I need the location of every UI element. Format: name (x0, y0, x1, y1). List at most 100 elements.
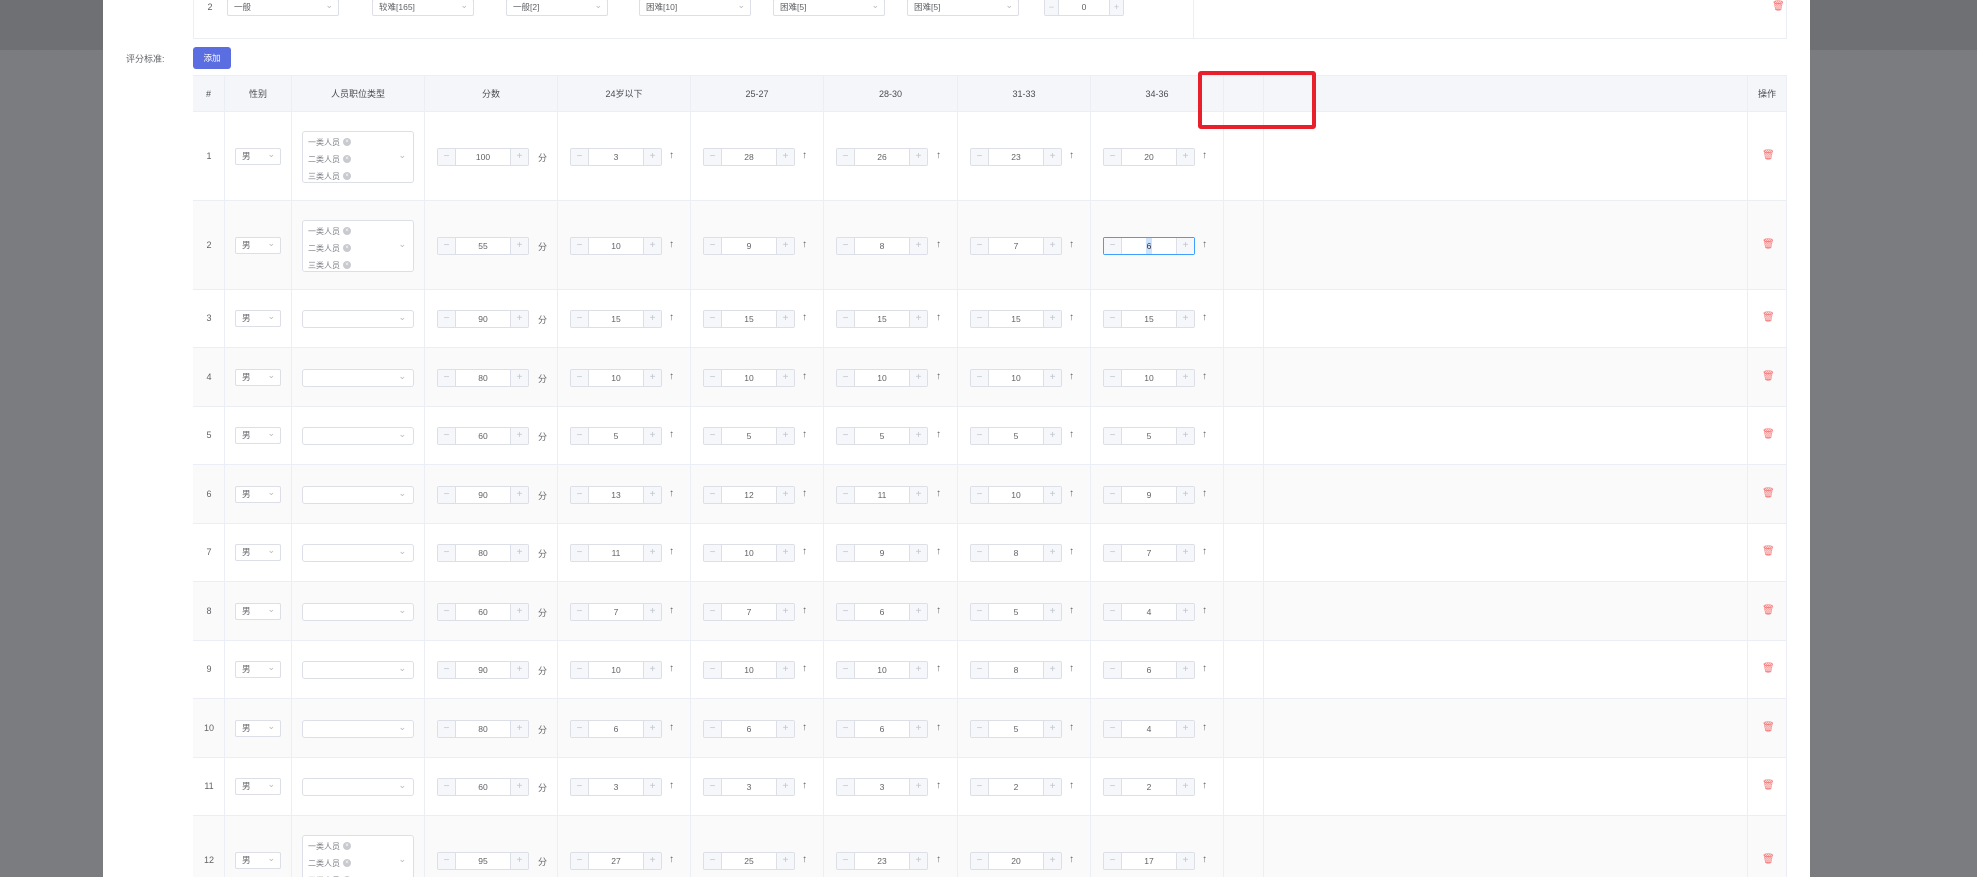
age-score-input[interactable]: −5 + (970, 719, 1062, 738)
minus-icon[interactable]: − (971, 369, 989, 386)
age-score-input[interactable]: −13 + (570, 485, 662, 504)
minus-icon[interactable]: − (438, 545, 456, 561)
age-value[interactable]: 10 (1122, 370, 1176, 386)
minus-icon[interactable]: − (1045, 0, 1059, 15)
minus-icon[interactable]: − (1104, 603, 1122, 620)
age-score-input[interactable]: −11 + (836, 485, 928, 504)
arrow-up-icon[interactable]: ↑ (1069, 239, 1074, 250)
plus-icon[interactable]: + (909, 852, 927, 869)
minus-icon[interactable]: − (704, 148, 722, 165)
position-type-select[interactable]: ⌄ (302, 719, 414, 738)
age-score-input[interactable]: −10 + (703, 544, 795, 562)
age-value[interactable]: 6 (855, 721, 909, 737)
gender-select[interactable]: 男 ⌄ (235, 851, 281, 869)
age-value[interactable]: 5 (989, 604, 1043, 620)
delete-icon[interactable]: 🗑 (1772, 1, 1785, 12)
age-score-input[interactable]: −10 + (1103, 368, 1195, 387)
plus-icon[interactable]: + (909, 148, 927, 165)
age-score-input[interactable]: −6 + (570, 719, 662, 738)
score-input[interactable]: −55 + (437, 236, 529, 255)
age-score-input[interactable]: −7 + (970, 236, 1062, 255)
age-score-input[interactable]: −6 + (1103, 236, 1195, 255)
plus-icon[interactable]: + (643, 369, 661, 386)
position-type-select[interactable]: ⌄ (302, 427, 414, 445)
arrow-up-icon[interactable]: ↑ (1069, 546, 1074, 557)
close-icon[interactable]: × (343, 172, 351, 181)
plus-icon[interactable]: + (1176, 779, 1194, 795)
minus-icon[interactable]: − (704, 662, 722, 678)
delete-icon[interactable]: 🗑 (1762, 663, 1775, 674)
age-score-input[interactable]: −25 + (703, 851, 795, 870)
plus-icon[interactable]: + (1176, 237, 1194, 254)
age-score-input[interactable]: −9 + (836, 544, 928, 562)
age-value[interactable]: 3 (589, 149, 643, 165)
plus-icon[interactable]: + (776, 545, 794, 561)
age-score-input[interactable]: −10 + (836, 368, 928, 387)
score-input[interactable]: −80 + (437, 719, 529, 738)
arrow-up-icon[interactable]: ↑ (669, 371, 674, 382)
arrow-up-icon[interactable]: ↑ (669, 854, 674, 865)
plus-icon[interactable]: + (776, 369, 794, 386)
arrow-up-icon[interactable]: ↑ (669, 488, 674, 499)
age-score-input[interactable]: −3 + (570, 778, 662, 796)
age-value[interactable]: 7 (722, 604, 776, 620)
minus-icon[interactable]: − (438, 311, 456, 327)
age-value[interactable]: 9 (722, 238, 776, 254)
plus-icon[interactable]: + (1043, 662, 1061, 678)
score-value[interactable]: 60 (456, 779, 510, 795)
age-value[interactable]: 20 (989, 853, 1043, 869)
age-score-input[interactable]: −2 + (970, 778, 1062, 796)
plus-icon[interactable]: + (776, 852, 794, 869)
minus-icon[interactable]: − (1104, 311, 1122, 327)
arrow-up-icon[interactable]: ↑ (669, 312, 674, 323)
minus-icon[interactable]: − (837, 720, 855, 737)
age-score-input[interactable]: −6 + (1103, 661, 1195, 679)
arrow-up-icon[interactable]: ↑ (936, 722, 941, 733)
age-score-input[interactable]: −5 + (836, 427, 928, 445)
minus-icon[interactable]: − (704, 852, 722, 869)
minus-icon[interactable]: − (438, 852, 456, 869)
top-select-5[interactable]: 困难[5] ⌄ (773, 0, 885, 16)
minus-icon[interactable]: − (1104, 369, 1122, 386)
minus-icon[interactable]: − (837, 369, 855, 386)
age-value[interactable]: 10 (589, 662, 643, 678)
age-score-input[interactable]: −10 + (570, 661, 662, 679)
arrow-up-icon[interactable]: ↑ (802, 854, 807, 865)
arrow-up-icon[interactable]: ↑ (802, 605, 807, 616)
position-type-select[interactable]: ⌄ (302, 310, 414, 328)
minus-icon[interactable]: − (571, 662, 589, 678)
plus-icon[interactable]: + (1109, 0, 1123, 15)
position-type-select[interactable]: 一类人员×二类人员×三类人员×⌄ (302, 130, 414, 183)
arrow-up-icon[interactable]: ↑ (1202, 239, 1207, 250)
plus-icon[interactable]: + (776, 662, 794, 678)
age-score-input[interactable]: −15 + (570, 310, 662, 328)
minus-icon[interactable]: − (1104, 237, 1122, 254)
delete-icon[interactable]: 🗑 (1762, 722, 1775, 733)
minus-icon[interactable]: − (971, 311, 989, 327)
arrow-up-icon[interactable]: ↑ (1202, 722, 1207, 733)
plus-icon[interactable]: + (643, 486, 661, 503)
plus-icon[interactable]: + (909, 369, 927, 386)
position-type-select[interactable]: ⌄ (302, 485, 414, 504)
plus-icon[interactable]: + (776, 237, 794, 254)
age-value[interactable]: 10 (989, 487, 1043, 503)
age-score-input[interactable]: −7 + (1103, 544, 1195, 562)
arrow-up-icon[interactable]: ↑ (669, 663, 674, 674)
plus-icon[interactable]: + (1043, 545, 1061, 561)
minus-icon[interactable]: − (438, 486, 456, 503)
age-value[interactable]: 10 (855, 370, 909, 386)
plus-icon[interactable]: + (510, 603, 528, 620)
plus-icon[interactable]: + (1176, 720, 1194, 737)
top-number-input[interactable]: − 0 + (1044, 0, 1124, 16)
minus-icon[interactable]: − (837, 779, 855, 795)
age-score-input[interactable]: −11 + (570, 544, 662, 562)
minus-icon[interactable]: − (571, 486, 589, 503)
arrow-up-icon[interactable]: ↑ (669, 546, 674, 557)
arrow-up-icon[interactable]: ↑ (1069, 312, 1074, 323)
arrow-up-icon[interactable]: ↑ (669, 429, 674, 440)
plus-icon[interactable]: + (776, 311, 794, 327)
plus-icon[interactable]: + (909, 486, 927, 503)
arrow-up-icon[interactable]: ↑ (1069, 722, 1074, 733)
plus-icon[interactable]: + (1043, 486, 1061, 503)
minus-icon[interactable]: − (704, 545, 722, 561)
